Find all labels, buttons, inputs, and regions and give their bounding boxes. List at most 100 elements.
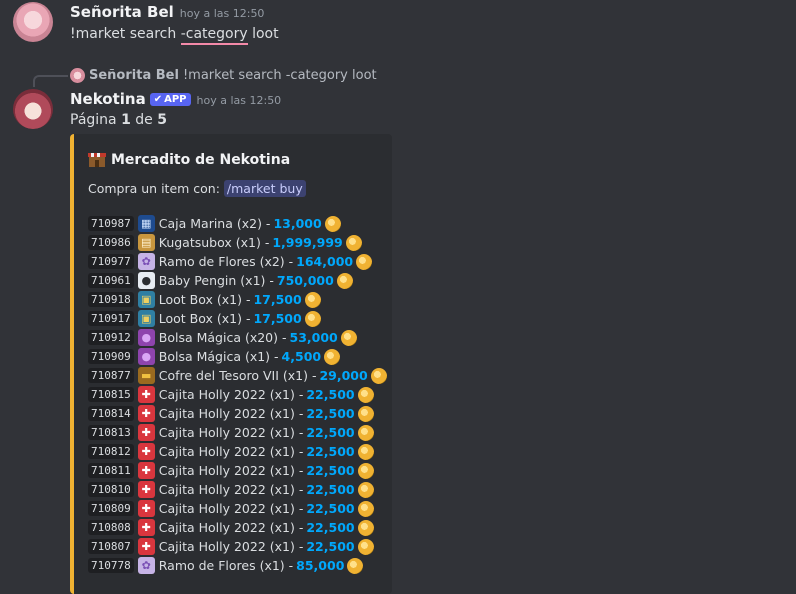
gift-icon: ✚ — [137, 386, 155, 403]
embed-title: Mercadito de Nekotina — [88, 151, 290, 168]
ocean-box-icon: ▦ — [137, 215, 155, 232]
reply-reference[interactable]: Señorita Bel !market search -category lo… — [70, 68, 377, 83]
loot-box-icon: ▣ — [137, 291, 155, 308]
gift-icon: ✚ — [137, 462, 155, 479]
coin-icon — [347, 557, 364, 574]
item-id: 710912 — [88, 330, 134, 345]
coin-icon — [304, 310, 321, 327]
underlined-term: -category — [180, 26, 248, 45]
item-name: Cofre del Tesoro VII (x1) - — [158, 368, 317, 383]
gift-icon: ✚ — [137, 405, 155, 422]
list-item: 710961 ● Baby Pengin (x1) - 750,000 — [88, 271, 387, 290]
shop-icon — [88, 151, 106, 168]
item-name: Cajita Holly 2022 (x1) - — [158, 406, 304, 421]
list-item: 710917 ▣ Loot Box (x1) - 17,500 — [88, 309, 387, 328]
desc-text: Compra un item con: — [88, 181, 224, 196]
coin-icon — [357, 424, 374, 441]
item-id: 710918 — [88, 292, 134, 307]
item-price: 22,500 — [306, 406, 355, 421]
gift-icon: ✚ — [137, 500, 155, 517]
coin-icon — [324, 215, 341, 232]
item-price: 164,000 — [296, 254, 354, 269]
item-id: 710809 — [88, 501, 134, 516]
flower-bouquet-icon: ✿ — [137, 253, 155, 270]
item-id: 710778 — [88, 558, 134, 573]
item-price: 17,500 — [253, 311, 302, 326]
author-name[interactable]: Señorita Bel — [70, 3, 174, 21]
list-item: 710814 ✚ Cajita Holly 2022 (x1) - 22,500 — [88, 404, 387, 423]
item-name: Cajita Holly 2022 (x1) - — [158, 387, 304, 402]
item-price: 750,000 — [276, 273, 334, 288]
bot-avatar[interactable] — [13, 89, 53, 129]
list-item: 710986 ▤ Kugatsubox (x1) - 1,999,999 — [88, 233, 387, 252]
list-item: 710977 ✿ Ramo de Flores (x2) - 164,000 — [88, 252, 387, 271]
item-id: 710810 — [88, 482, 134, 497]
item-price: 22,500 — [306, 520, 355, 535]
flower-bouquet-icon: ✿ — [137, 557, 155, 574]
reply-connector — [33, 75, 68, 87]
item-id: 710909 — [88, 349, 134, 364]
item-price: 1,999,999 — [272, 235, 343, 250]
item-price: 22,500 — [306, 539, 355, 554]
item-name: Cajita Holly 2022 (x1) - — [158, 539, 304, 554]
author-name[interactable]: Nekotina — [70, 90, 146, 108]
page-mid: de — [130, 112, 158, 128]
coin-icon — [336, 272, 353, 289]
coin-icon — [345, 234, 362, 251]
item-name: Ramo de Flores (x2) - — [158, 254, 294, 269]
gift-icon: ✚ — [137, 424, 155, 441]
text-part: loot — [247, 26, 279, 42]
item-price: 13,000 — [273, 216, 322, 231]
item-price: 17,500 — [253, 292, 302, 307]
list-item: 710811 ✚ Cajita Holly 2022 (x1) - 22,500 — [88, 461, 387, 480]
loot-box-icon: ▣ — [137, 310, 155, 327]
reply-author: Señorita Bel — [89, 68, 179, 83]
command-mention[interactable]: /market buy — [223, 180, 306, 197]
kugatsu-box-icon: ▤ — [137, 234, 155, 251]
list-item: 710815 ✚ Cajita Holly 2022 (x1) - 22,500 — [88, 385, 387, 404]
badge-label: APP — [164, 94, 187, 105]
embed-description: Compra un item con: /market buy — [88, 180, 306, 197]
list-item: 710877 ▬ Cofre del Tesoro VII (x1) - 29,00… — [88, 366, 387, 385]
coin-icon — [357, 538, 374, 555]
user-avatar[interactable] — [13, 2, 53, 42]
item-id: 710977 — [88, 254, 134, 269]
page-indicator: Página 1 de 5 — [70, 112, 167, 128]
coin-icon — [304, 291, 321, 308]
checkmark-icon: ✔ — [153, 94, 163, 105]
item-price: 29,000 — [319, 368, 368, 383]
coin-icon — [357, 462, 374, 479]
item-name: Baby Pengin (x1) - — [158, 273, 274, 288]
item-name: Ramo de Flores (x1) - — [158, 558, 294, 573]
item-name: Cajita Holly 2022 (x1) - — [158, 463, 304, 478]
item-name: Cajita Holly 2022 (x1) - — [158, 482, 304, 497]
text-part: !market search — [70, 26, 181, 42]
magic-bag-icon: ● — [137, 348, 155, 365]
treasure-chest-icon: ▬ — [137, 367, 155, 384]
penguin-icon: ● — [137, 272, 155, 289]
coin-icon — [357, 443, 374, 460]
item-list: 710987 ▦ Caja Marina (x2) - 13,000 710986 ▤ K… — [88, 214, 387, 575]
item-name: Cajita Holly 2022 (x1) - — [158, 501, 304, 516]
magic-bag-icon: ● — [137, 329, 155, 346]
item-price: 22,500 — [306, 482, 355, 497]
item-price: 22,500 — [306, 425, 355, 440]
item-id: 710917 — [88, 311, 134, 326]
item-name: Cajita Holly 2022 (x1) - — [158, 444, 304, 459]
embed-title-text: Mercadito de Nekotina — [111, 151, 291, 168]
coin-icon — [370, 367, 387, 384]
item-name: Loot Box (x1) - — [158, 311, 251, 326]
coin-icon — [357, 519, 374, 536]
list-item: 710778 ✿ Ramo de Flores (x1) - 85,000 — [88, 556, 387, 575]
reply-avatar — [70, 68, 85, 83]
message-text: !market search -category loot — [70, 26, 279, 45]
coin-icon — [357, 481, 374, 498]
gift-icon: ✚ — [137, 519, 155, 536]
item-id: 710808 — [88, 520, 134, 535]
item-id: 710814 — [88, 406, 134, 421]
timestamp: hoy a las 12:50 — [196, 94, 282, 107]
item-name: Kugatsubox (x1) - — [158, 235, 270, 250]
list-item: 710813 ✚ Cajita Holly 2022 (x1) - 22,500 — [88, 423, 387, 442]
list-item: 710807 ✚ Cajita Holly 2022 (x1) - 22,500 — [88, 537, 387, 556]
item-name: Bolsa Mágica (x1) - — [158, 349, 279, 364]
